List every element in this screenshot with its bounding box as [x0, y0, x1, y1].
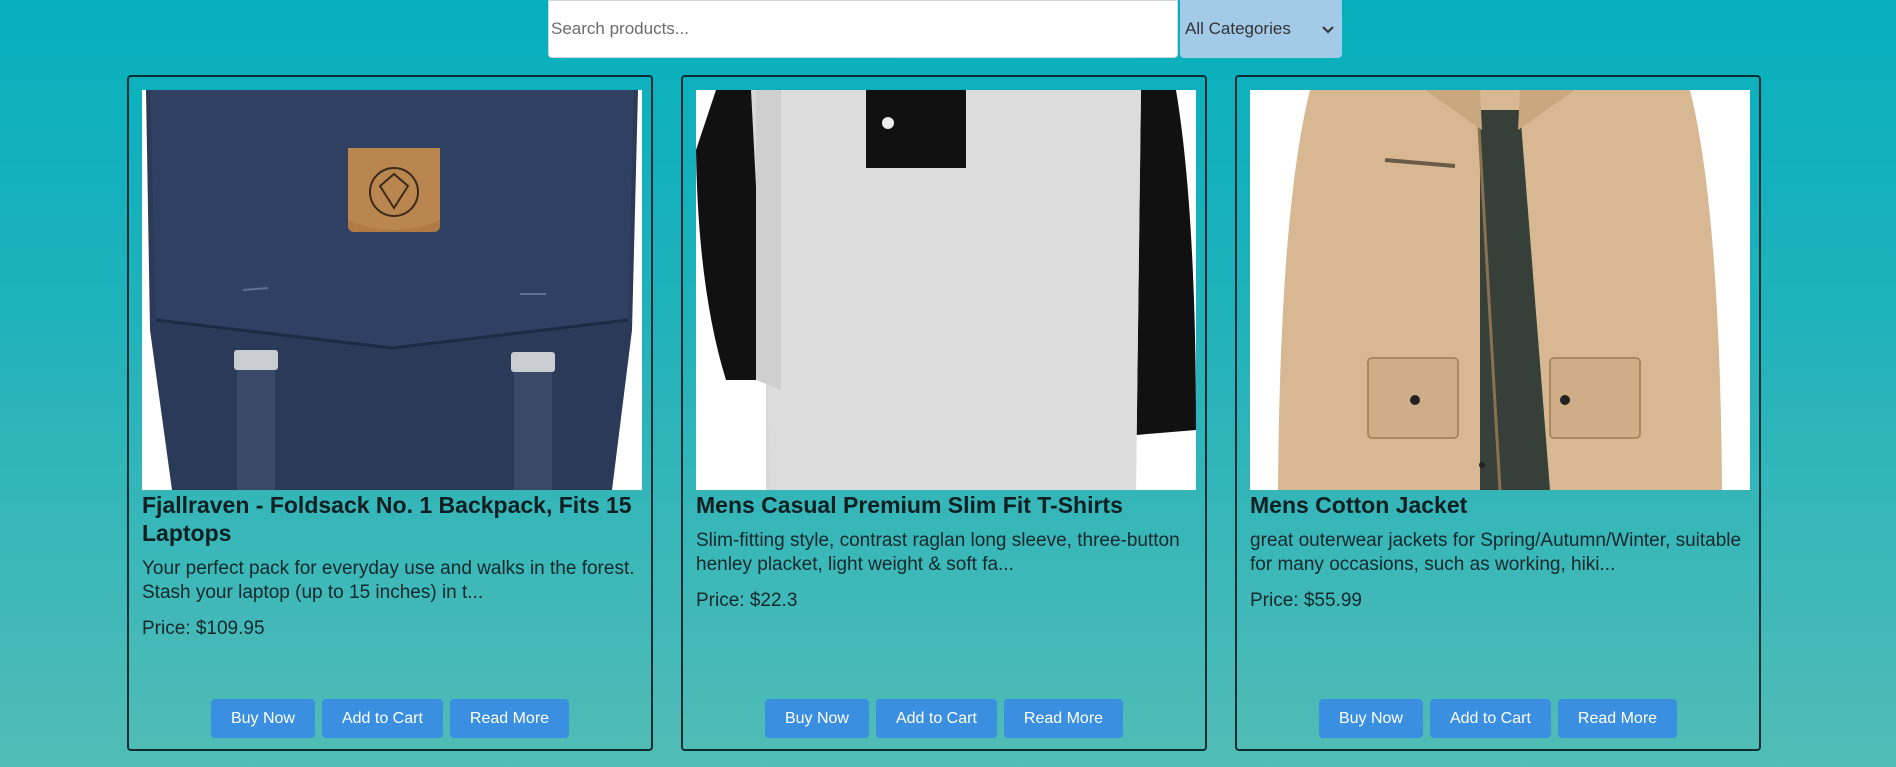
buy-now-button[interactable]: Buy Now — [1318, 699, 1423, 738]
product-price: Price: $109.95 — [142, 618, 265, 639]
product-image-backpack[interactable] — [142, 90, 642, 490]
product-actions: Buy Now Add to Cart Read More — [683, 699, 1205, 738]
product-actions: Buy Now Add to Cart Read More — [1237, 699, 1759, 738]
read-more-button[interactable]: Read More — [1557, 699, 1678, 738]
product-title: Fjallraven - Foldsack No. 1 Backpack, Fi… — [142, 492, 632, 546]
read-more-button[interactable]: Read More — [449, 699, 570, 738]
product-price: Price: $55.99 — [1250, 590, 1362, 611]
product-card: Mens Casual Premium Slim Fit T-Shirts Sl… — [681, 75, 1207, 751]
category-select-value: All Categories — [1185, 19, 1291, 38]
product-card: Fjallraven - Foldsack No. 1 Backpack, Fi… — [127, 75, 653, 751]
product-description: Your perfect pack for everyday use and w… — [142, 558, 635, 603]
read-more-button[interactable]: Read More — [1003, 699, 1124, 738]
category-select[interactable]: All Categories — [1180, 0, 1342, 58]
chevron-down-icon — [1322, 26, 1334, 34]
product-title: Mens Casual Premium Slim Fit T-Shirts — [696, 492, 1123, 518]
add-to-cart-button[interactable]: Add to Cart — [1429, 699, 1551, 738]
product-actions: Buy Now Add to Cart Read More — [129, 699, 651, 738]
buy-now-button[interactable]: Buy Now — [210, 699, 315, 738]
product-title: Mens Cotton Jacket — [1250, 492, 1468, 518]
add-to-cart-button[interactable]: Add to Cart — [875, 699, 997, 738]
product-image-tshirt[interactable] — [696, 90, 1196, 490]
product-image-jacket[interactable] — [1250, 90, 1750, 490]
product-card: Mens Cotton Jacket great outerwear jacke… — [1235, 75, 1761, 751]
add-to-cart-button[interactable]: Add to Cart — [321, 699, 443, 738]
product-description: great outerwear jackets for Spring/Autum… — [1250, 530, 1742, 575]
product-description: Slim-fitting style, contrast raglan long… — [696, 530, 1180, 575]
product-price: Price: $22.3 — [696, 590, 798, 611]
search-bar: All Categories — [548, 0, 1342, 60]
buy-now-button[interactable]: Buy Now — [764, 699, 869, 738]
search-input[interactable] — [548, 0, 1178, 58]
